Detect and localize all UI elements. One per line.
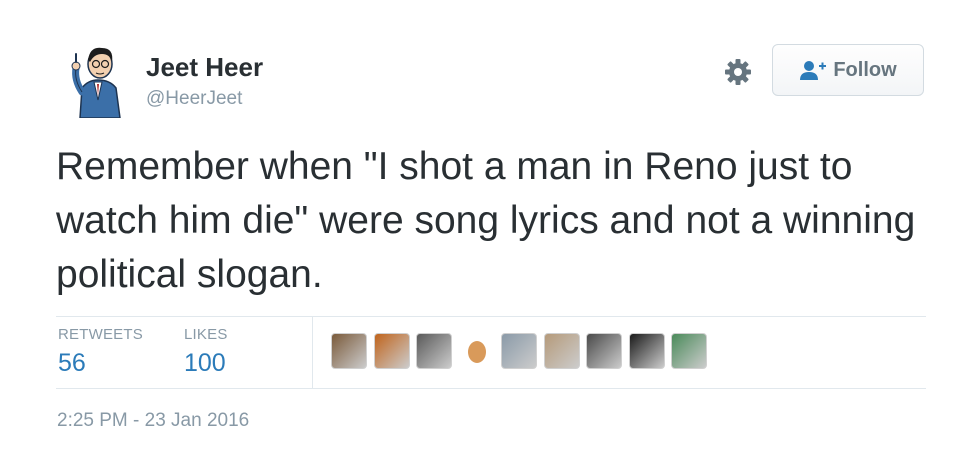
follow-label: Follow [833, 58, 897, 81]
cartoon-man-avatar-icon [71, 47, 121, 119]
user-handle[interactable]: @HeerJeet [146, 88, 242, 110]
retweets-stat[interactable]: RETWEETS 56 [58, 326, 143, 378]
portrait-man-avatar[interactable] [416, 333, 452, 369]
dog-photo-avatar[interactable] [331, 333, 367, 369]
display-name[interactable]: Jeet Heer [146, 52, 263, 83]
divider [312, 316, 313, 388]
egg-avatar[interactable] [458, 333, 495, 369]
follow-button[interactable]: Follow [772, 44, 924, 96]
retweets-count[interactable]: 56 [58, 349, 143, 378]
likes-stat[interactable]: LIKES 100 [184, 326, 228, 378]
divider [56, 388, 926, 389]
team-photo-avatar[interactable] [501, 333, 537, 369]
retweets-label: RETWEETS [58, 326, 143, 343]
gear-icon[interactable] [723, 57, 753, 87]
divider [56, 316, 926, 317]
room-photo-avatar[interactable] [543, 333, 580, 369]
orange-sphere-avatar[interactable] [373, 333, 410, 369]
avatar[interactable] [66, 40, 130, 119]
likers-list [331, 333, 714, 369]
likes-label: LIKES [184, 326, 228, 343]
group-photo-avatar[interactable] [586, 333, 622, 369]
tweet-text: Remember when "I shot a man in Reno just… [56, 145, 916, 296]
game-scene-avatar[interactable] [671, 333, 707, 369]
add-user-icon [800, 61, 827, 80]
likes-count[interactable]: 100 [184, 349, 228, 378]
dark-scene-avatar[interactable] [628, 333, 665, 369]
tweet-timestamp[interactable]: 2:25 PM - 23 Jan 2016 [57, 410, 249, 432]
